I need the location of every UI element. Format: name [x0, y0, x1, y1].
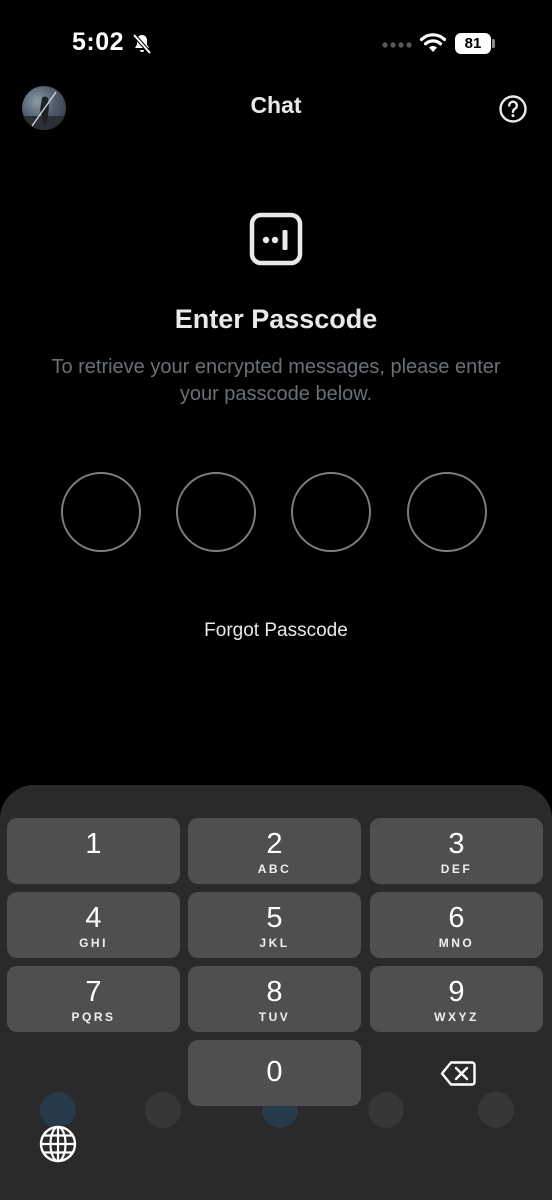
pin-digit-2[interactable]: [176, 472, 256, 552]
key-7[interactable]: 7 PQRS: [7, 966, 180, 1032]
key-0[interactable]: 0: [188, 1040, 361, 1106]
key-letters: TUV: [258, 1010, 291, 1024]
key-6[interactable]: 6 MNO: [370, 892, 543, 958]
key-letters: GHI: [79, 936, 108, 950]
key-digit: 9: [448, 976, 465, 1008]
passcode-description: To retrieve your encrypted messages, ple…: [51, 356, 501, 405]
key-4[interactable]: 4 GHI: [7, 892, 180, 958]
key-1[interactable]: 1: [7, 818, 180, 884]
key-letters: PQRS: [71, 1010, 116, 1024]
battery-icon: 81: [455, 33, 491, 54]
status-time: 5:02: [72, 28, 125, 56]
key-5[interactable]: 5 JKL: [188, 892, 361, 958]
key-digit: 2: [266, 828, 283, 860]
battery-nub: [492, 39, 495, 48]
key-9[interactable]: 9 WXYZ: [370, 966, 543, 1032]
passcode-title: Enter Passcode: [174, 304, 378, 334]
status-bar: 5:02 81: [0, 0, 552, 88]
key-8[interactable]: 8 TUV: [188, 966, 361, 1032]
key-digit: 8: [266, 976, 283, 1008]
background-tab-icon: [40, 1092, 76, 1128]
key-digit: 5: [266, 902, 283, 934]
wifi-icon: [419, 33, 447, 52]
backspace-button[interactable]: [370, 1040, 543, 1106]
pin-digit-3[interactable]: [291, 472, 371, 552]
globe-icon[interactable]: [38, 1124, 78, 1164]
key-letters: MNO: [438, 936, 475, 950]
battery-level: 81: [464, 35, 482, 52]
key-letters: WXYZ: [434, 1010, 479, 1024]
key-letters: DEF: [440, 862, 473, 876]
pin-digit-1[interactable]: [61, 472, 141, 552]
cellular-dots-icon: [382, 42, 412, 48]
encrypted-lock-icon: [249, 212, 303, 266]
backspace-icon: [440, 1061, 476, 1086]
key-digit: 4: [85, 902, 102, 934]
key-3[interactable]: 3 DEF: [370, 818, 543, 884]
page-title: Chat: [250, 92, 302, 118]
pin-digit-4[interactable]: [407, 472, 487, 552]
key-digit: 0: [266, 1056, 283, 1088]
key-digit: 1: [85, 828, 102, 860]
key-letters: JKL: [259, 936, 290, 950]
key-2[interactable]: 2 ABC: [188, 818, 361, 884]
forgot-passcode-link[interactable]: Forgot Passcode: [0, 620, 552, 642]
key-digit: 6: [448, 902, 465, 934]
help-icon[interactable]: [498, 94, 528, 124]
key-digit: 7: [85, 976, 102, 1008]
background-tab-icon: [145, 1092, 181, 1128]
key-letters: ABC: [257, 862, 292, 876]
key-digit: 3: [448, 828, 465, 860]
bell-off-icon: [132, 33, 152, 55]
